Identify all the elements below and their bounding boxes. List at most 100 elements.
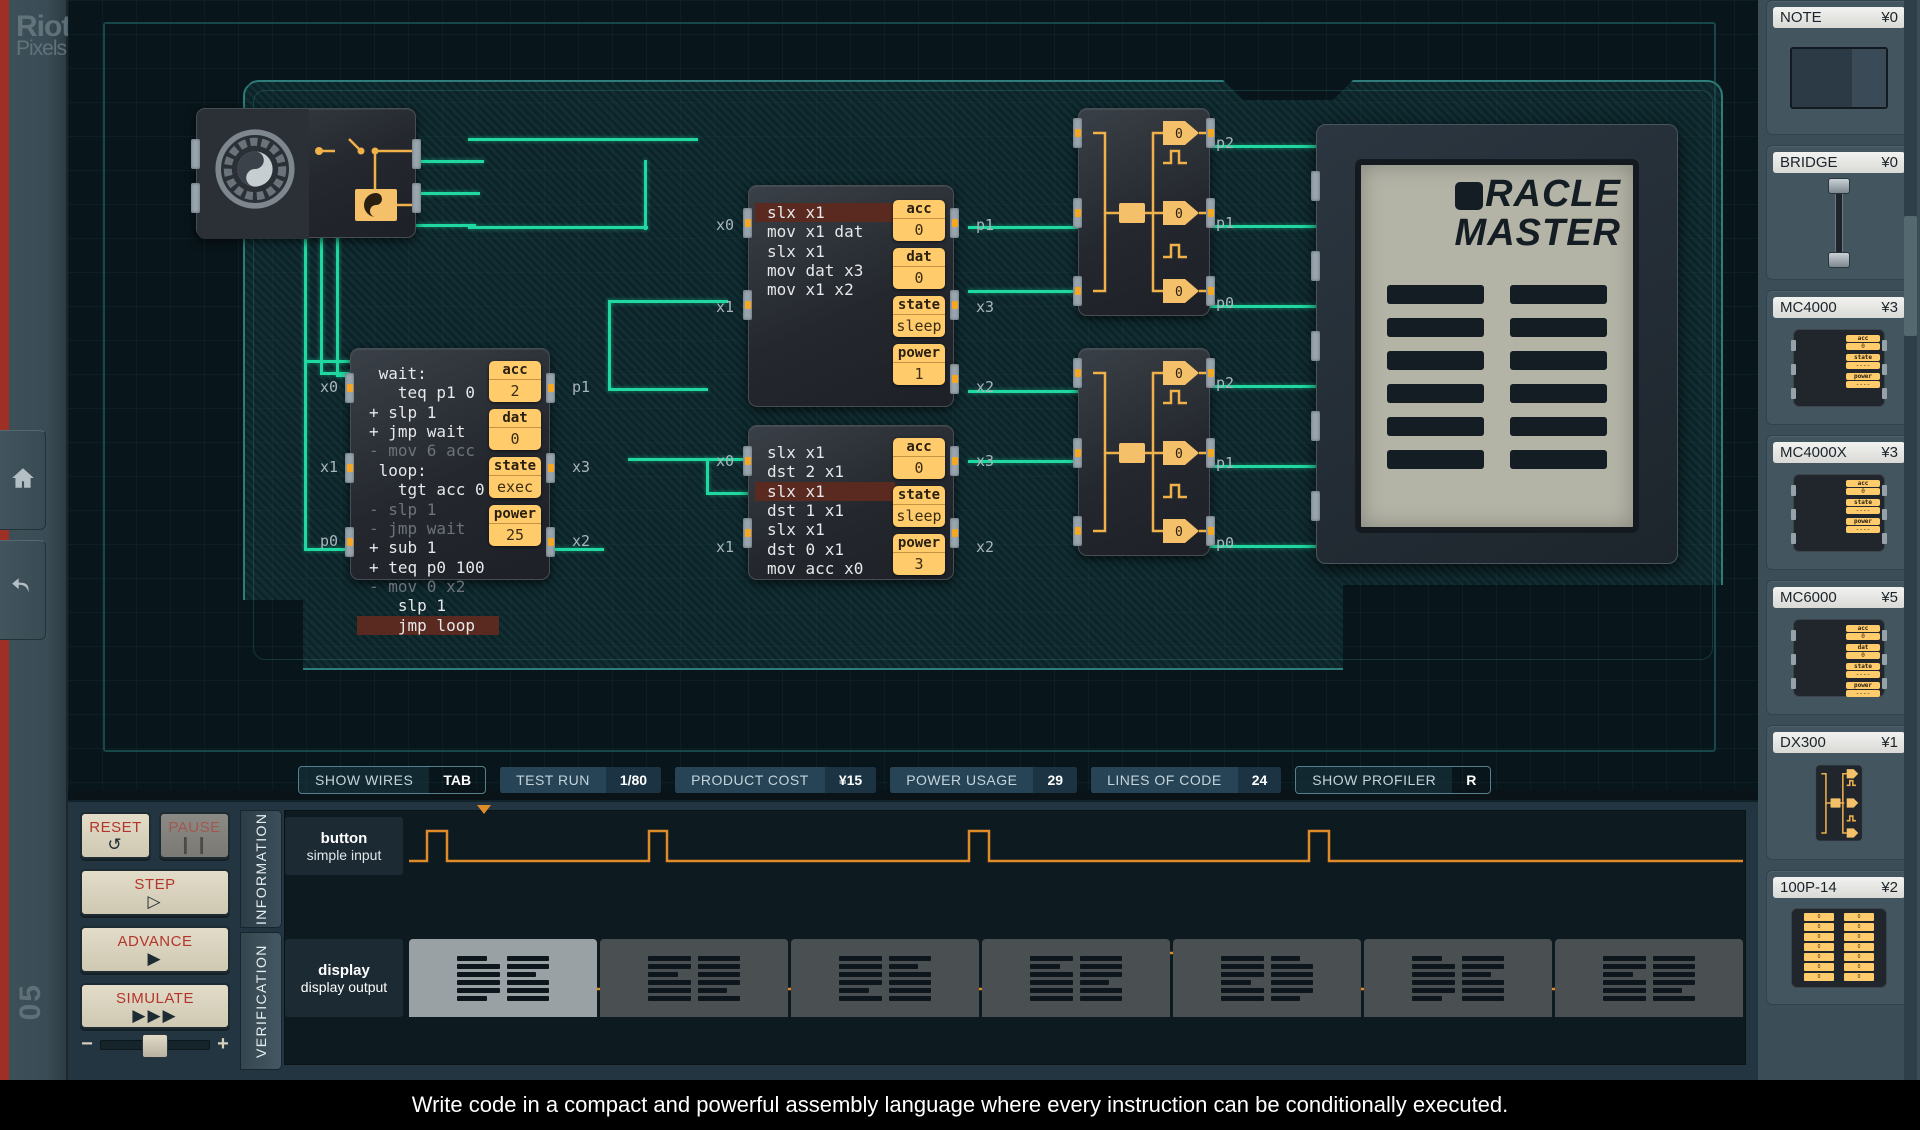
device-port[interactable] — [546, 373, 555, 403]
device-port[interactable] — [546, 527, 555, 557]
mc-controller-mid-top[interactable]: slx x1 mov x1 dat slx x1 mov dat x3 mov x1 x… — [743, 185, 959, 407]
device-port[interactable] — [345, 373, 354, 403]
wire-segment[interactable] — [304, 360, 307, 550]
wire-segment[interactable] — [608, 300, 611, 390]
device-port[interactable] — [950, 290, 959, 320]
stat-show-profiler[interactable]: SHOW PROFILER R — [1295, 766, 1492, 794]
parts-sidebar[interactable]: NOTE ¥0 BRIDGE ¥0 MC4000 ¥3 acc 0 state ---- power… — [1758, 0, 1920, 1080]
pause-button[interactable]: PAUSE ❙❙ — [159, 812, 230, 859]
speed-slider[interactable]: − + — [80, 1033, 230, 1058]
code-line[interactable]: + jmp wait — [369, 422, 487, 441]
undo-button[interactable] — [0, 540, 46, 640]
part-mc4000[interactable]: MC4000 ¥3 acc 0 state ---- power ---- — [1766, 290, 1912, 425]
device-port[interactable] — [743, 290, 752, 320]
device-port[interactable] — [1073, 438, 1082, 468]
device-port[interactable] — [950, 208, 959, 238]
speed-decrease[interactable]: − — [80, 1033, 94, 1056]
code-line[interactable]: mov dat x3 — [767, 261, 883, 280]
oracle-master-device[interactable]: RACLE MASTER — [1311, 124, 1678, 564]
device-port[interactable] — [1311, 411, 1320, 441]
part-bridge[interactable]: BRIDGE ¥0 — [1766, 145, 1912, 280]
code-line[interactable]: jmp loop — [357, 615, 499, 636]
code-line[interactable]: slx x1 — [755, 481, 895, 502]
code-line[interactable]: mov x1 x2 — [767, 280, 883, 299]
speed-knob[interactable] — [142, 1033, 169, 1058]
device-port[interactable] — [191, 139, 200, 169]
device-port[interactable] — [1206, 276, 1215, 306]
device-port[interactable] — [546, 453, 555, 483]
simulate-button[interactable]: SIMULATE ▶▶▶ — [80, 982, 230, 1030]
reset-button[interactable]: RESET ↺ — [80, 812, 151, 859]
device-port[interactable] — [950, 364, 959, 394]
code-editor-mid-top[interactable]: slx x1 mov x1 dat slx x1 mov dat x3 mov x1 x… — [755, 194, 895, 309]
wire-segment[interactable] — [608, 388, 708, 391]
device-port[interactable] — [1206, 198, 1215, 228]
advance-button[interactable]: ADVANCE ▶ — [80, 925, 230, 973]
code-line[interactable]: mov x1 dat — [767, 222, 883, 241]
part-100p-14[interactable]: 100P-14 ¥2 0 0 0 0 0 0 0 0 0 0 0 0 0 0 — [1766, 870, 1912, 1005]
code-line[interactable]: slx x1 — [755, 203, 895, 223]
wire-segment[interactable] — [706, 458, 709, 492]
wire-segment[interactable] — [468, 226, 648, 229]
part-mc6000[interactable]: MC6000 ¥5 acc 0 dat 0 state ---- power ---- — [1766, 580, 1912, 715]
wire-segment[interactable] — [968, 290, 1078, 293]
dx300-top[interactable]: 0 0 0 — [1073, 108, 1215, 316]
device-port[interactable] — [1206, 358, 1215, 388]
device-port[interactable] — [345, 453, 354, 483]
code-line[interactable]: slp 1 — [369, 596, 487, 615]
mc-controller-mid-bottom[interactable]: slx x1 dst 2 x1 slx x1 dst 1 x1 slx x1 dst 0 … — [743, 425, 959, 580]
dx300-bottom[interactable]: 0 0 0 — [1073, 348, 1215, 556]
circuit-canvas[interactable]: wait: teq p1 0 + slp 1 + jmp wait - mov 6 a… — [68, 0, 1758, 790]
speed-increase[interactable]: + — [216, 1033, 230, 1056]
code-line[interactable]: slx x1 — [767, 443, 883, 462]
code-line[interactable]: dst 1 x1 — [767, 501, 883, 520]
wire-segment[interactable] — [336, 224, 339, 374]
code-line[interactable]: tgt acc 0 — [369, 480, 487, 499]
mc-controller-left[interactable]: wait: teq p1 0 + slp 1 + jmp wait - mov 6 a… — [345, 348, 555, 636]
code-line[interactable]: slx x1 — [767, 520, 883, 539]
device-port[interactable] — [950, 518, 959, 548]
code-line[interactable]: dst 2 x1 — [767, 462, 883, 481]
device-port[interactable] — [345, 527, 354, 557]
code-line[interactable]: wait: — [369, 364, 487, 383]
device-port[interactable] — [743, 518, 752, 548]
device-port[interactable] — [743, 208, 752, 238]
home-button[interactable] — [0, 430, 46, 530]
device-port[interactable] — [412, 183, 421, 213]
code-line[interactable]: dst 0 x1 — [767, 540, 883, 559]
code-line[interactable]: + slp 1 — [369, 403, 487, 422]
part-dx300[interactable]: DX300 ¥1 — [1766, 725, 1912, 860]
device-port[interactable] — [950, 446, 959, 476]
oracle-input-device[interactable] — [191, 108, 421, 239]
code-line[interactable]: mov acc x0 — [767, 559, 883, 578]
code-line[interactable]: + teq p0 100 — [369, 558, 487, 577]
code-line[interactable]: loop: — [369, 461, 487, 480]
code-line[interactable]: + sub 1 — [369, 538, 487, 557]
device-port[interactable] — [1311, 491, 1320, 521]
device-port[interactable] — [1073, 118, 1082, 148]
device-port[interactable] — [1073, 358, 1082, 388]
code-editor-left[interactable]: wait: teq p1 0 + slp 1 + jmp wait - mov 6 a… — [357, 355, 499, 636]
code-line[interactable]: - slp 1 — [369, 500, 487, 519]
wire-segment[interactable] — [644, 160, 647, 230]
part-mc4000x[interactable]: MC4000X ¥3 acc 0 state ---- power ---- — [1766, 435, 1912, 570]
device-port[interactable] — [1206, 516, 1215, 546]
device-port[interactable] — [743, 446, 752, 476]
device-port[interactable] — [1206, 438, 1215, 468]
step-button[interactable]: STEP ▷ — [80, 868, 230, 916]
tab-information[interactable]: INFORMATION — [240, 810, 282, 928]
speed-track[interactable] — [100, 1033, 210, 1058]
device-port[interactable] — [1073, 516, 1082, 546]
device-port[interactable] — [1311, 251, 1320, 281]
sidebar-scrollbar[interactable] — [1904, 0, 1917, 1080]
sidebar-scroll-thumb[interactable] — [1904, 216, 1917, 336]
device-port[interactable] — [1311, 331, 1320, 361]
wire-segment[interactable] — [608, 300, 728, 303]
device-port[interactable] — [412, 139, 421, 169]
part-note[interactable]: NOTE ¥0 — [1766, 0, 1912, 135]
device-port[interactable] — [191, 183, 200, 213]
device-port[interactable] — [1311, 171, 1320, 201]
tab-verification[interactable]: VERIFICATION — [240, 932, 282, 1070]
device-port[interactable] — [1073, 276, 1082, 306]
code-line[interactable]: - mov 6 acc — [369, 441, 487, 460]
